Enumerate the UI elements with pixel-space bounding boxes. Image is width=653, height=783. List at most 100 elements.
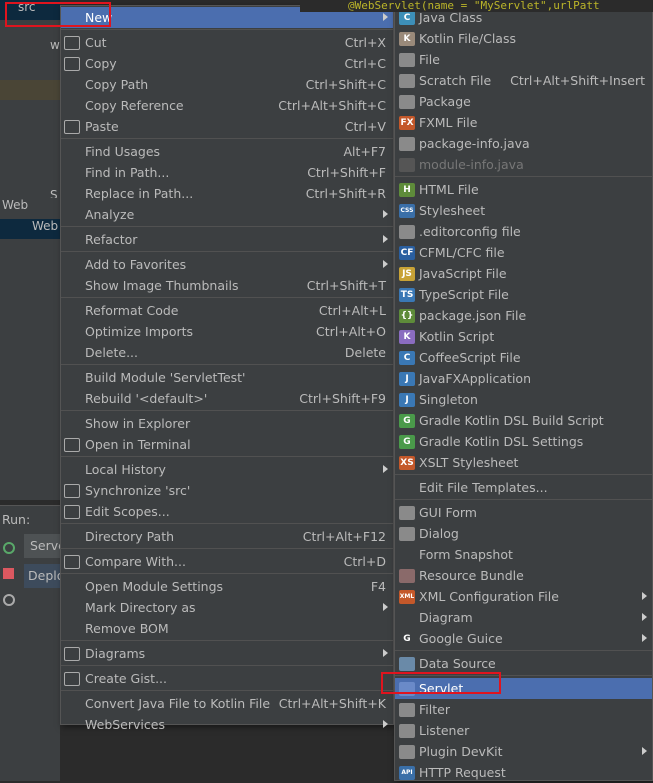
- menu-item-package-info-java[interactable]: package-info.java: [395, 133, 652, 154]
- shortcut-label: Delete: [344, 345, 386, 360]
- tree-node-web[interactable]: Web: [0, 219, 60, 239]
- menu-item-delete[interactable]: Delete... Delete: [61, 342, 393, 363]
- scope-icon: [64, 504, 80, 519]
- menu-item-diagram[interactable]: Diagram: [395, 607, 652, 628]
- menu-item-paste[interactable]: Paste Ctrl+V: [61, 116, 393, 137]
- menu-item-add-to-favorites[interactable]: Add to Favorites: [61, 254, 393, 275]
- menu-item-find-usages[interactable]: Find Usages Alt+F7: [61, 141, 393, 162]
- menu-item-cut[interactable]: Cut Ctrl+X: [61, 32, 393, 53]
- menu-item-optimize-imports[interactable]: Optimize Imports Ctrl+Alt+O: [61, 321, 393, 342]
- menu-item-typescript-file[interactable]: TS TypeScript File: [395, 284, 652, 305]
- menu-item-singleton[interactable]: J Singleton: [395, 389, 652, 410]
- gradle-icon: G: [399, 413, 415, 428]
- run-tool-window: Run: Serve Deplo: [0, 505, 60, 781]
- menu-item-webservices[interactable]: WebServices: [61, 714, 393, 735]
- icon-placeholder: [64, 417, 80, 431]
- menu-item-gradle-kotlin-dsl-settings[interactable]: G Gradle Kotlin DSL Settings: [395, 431, 652, 452]
- tree-node[interactable]: w: [0, 38, 60, 58]
- menu-item-replace-in-path[interactable]: Replace in Path... Ctrl+Shift+R: [61, 183, 393, 204]
- menu-item-open-in-terminal[interactable]: Open in Terminal: [61, 434, 393, 455]
- diagram-icon: [64, 646, 80, 661]
- submenu-arrow-icon: [642, 592, 647, 600]
- server-tab[interactable]: Serve: [24, 534, 60, 558]
- menu-item-javafxapplication[interactable]: J JavaFXApplication: [395, 368, 652, 389]
- menu-item-mark-directory-as[interactable]: Mark Directory as: [61, 597, 393, 618]
- menu-item-reformat-code[interactable]: Reformat Code Ctrl+Alt+L: [61, 300, 393, 321]
- menu-item-http-request[interactable]: API HTTP Request: [395, 762, 652, 783]
- xslt-icon: XS: [399, 455, 415, 470]
- menu-item-package-json-file[interactable]: {} package.json File: [395, 305, 652, 326]
- menu-item-gradle-kotlin-dsl-build-script[interactable]: G Gradle Kotlin DSL Build Script: [395, 410, 652, 431]
- menu-item-copy-path[interactable]: Copy Path Ctrl+Shift+C: [61, 74, 393, 95]
- menu-item-label: Servlet: [419, 681, 464, 696]
- menu-item-google-guice[interactable]: G Google Guice: [395, 628, 652, 649]
- gui-form-icon: [399, 505, 415, 520]
- menu-item-module-info-java[interactable]: module-info.java: [395, 154, 652, 175]
- menu-item-html-file[interactable]: H HTML File: [395, 179, 652, 200]
- web-panel-title: Web: [0, 198, 60, 218]
- icon-placeholder: [64, 580, 80, 594]
- menu-item-cfml-cfc-file[interactable]: CF CFML/CFC file: [395, 242, 652, 263]
- rerun-icon[interactable]: [3, 542, 15, 554]
- menu-item-find-in-path[interactable]: Find in Path... Ctrl+Shift+F: [61, 162, 393, 183]
- menu-item-show-image-thumbnails[interactable]: Show Image Thumbnails Ctrl+Shift+T: [61, 275, 393, 296]
- menu-item-kotlin-script[interactable]: K Kotlin Script: [395, 326, 652, 347]
- menu-item-javascript-file[interactable]: JS JavaScript File: [395, 263, 652, 284]
- menu-item-rebuild-default[interactable]: Rebuild '<default>' Ctrl+Shift+F9: [61, 388, 393, 409]
- icon-placeholder: [64, 11, 80, 25]
- menu-item-show-in-explorer[interactable]: Show in Explorer: [61, 413, 393, 434]
- menu-item-coffeescript-file[interactable]: C CoffeeScript File: [395, 347, 652, 368]
- menu-item-scratch-file[interactable]: Scratch File Ctrl+Alt+Shift+Insert: [395, 70, 652, 91]
- menu-item-label: Mark Directory as: [85, 600, 196, 615]
- menu-item-diagrams[interactable]: Diagrams: [61, 643, 393, 664]
- menu-item-label: Replace in Path...: [85, 186, 194, 201]
- tree-node-src[interactable]: src: [0, 0, 60, 20]
- menu-item-resource-bundle[interactable]: Resource Bundle: [395, 565, 652, 586]
- menu-item-edit-scopes[interactable]: Edit Scopes...: [61, 501, 393, 522]
- menu-item-xml-configuration-file[interactable]: XML XML Configuration File: [395, 586, 652, 607]
- menu-item-remove-bom[interactable]: Remove BOM: [61, 618, 393, 639]
- menu-item-dialog[interactable]: Dialog: [395, 523, 652, 544]
- menu-item-label: Delete...: [85, 345, 138, 360]
- coffeescript-icon: C: [399, 350, 415, 365]
- menu-item-open-module-settings[interactable]: Open Module Settings F4: [61, 576, 393, 597]
- menu-item-xslt-stylesheet[interactable]: XS XSLT Stylesheet: [395, 452, 652, 473]
- menu-item-copy-reference[interactable]: Copy Reference Ctrl+Alt+Shift+C: [61, 95, 393, 116]
- menu-item-synchronize-src[interactable]: Synchronize 'src': [61, 480, 393, 501]
- menu-item-label: Open in Terminal: [85, 437, 191, 452]
- deployment-tab[interactable]: Deplo: [24, 564, 60, 588]
- menu-item-label: Java Class: [419, 10, 483, 25]
- menu-item-analyze[interactable]: Analyze: [61, 204, 393, 225]
- menu-item-stylesheet[interactable]: CSS Stylesheet: [395, 200, 652, 221]
- tree-node-selected[interactable]: [0, 80, 60, 100]
- menu-item-gui-form[interactable]: GUI Form: [395, 502, 652, 523]
- menu-item-edit-file-templates[interactable]: Edit File Templates...: [395, 477, 652, 498]
- menu-item-create-gist[interactable]: Create Gist...: [61, 668, 393, 689]
- menu-item-servlet[interactable]: Servlet: [395, 678, 652, 699]
- icon-placeholder: [64, 325, 80, 339]
- menu-item-convert-java-file-to-kotlin-file[interactable]: Convert Java File to Kotlin File Ctrl+Alt…: [61, 693, 393, 714]
- menu-item-listener[interactable]: Listener: [395, 720, 652, 741]
- menu-item-compare-with[interactable]: Compare With... Ctrl+D: [61, 551, 393, 572]
- menu-item-fxml-file[interactable]: FX FXML File: [395, 112, 652, 133]
- menu-item-plugin-devkit[interactable]: Plugin DevKit: [395, 741, 652, 762]
- code-editor[interactable]: @WebServlet(name = "MyServlet",urlPatt: [300, 0, 653, 12]
- menu-item-copy[interactable]: Copy Ctrl+C: [61, 53, 393, 74]
- menu-item-directory-path[interactable]: Directory Path Ctrl+Alt+F12: [61, 526, 393, 547]
- menu-item-kotlin-file-class[interactable]: K Kotlin File/Class: [395, 28, 652, 49]
- menu-item-file[interactable]: File: [395, 49, 652, 70]
- refresh-icon[interactable]: [3, 594, 15, 606]
- menu-item-package[interactable]: Package: [395, 91, 652, 112]
- menu-item-data-source[interactable]: Data Source: [395, 653, 652, 674]
- submenu-arrow-icon: [642, 634, 647, 642]
- menu-item-filter[interactable]: Filter: [395, 699, 652, 720]
- menu-item-editorconfig-file[interactable]: .editorconfig file: [395, 221, 652, 242]
- menu-item-build-module-servlettest[interactable]: Build Module 'ServletTest': [61, 367, 393, 388]
- menu-item-refactor[interactable]: Refactor: [61, 229, 393, 250]
- menu-item-local-history[interactable]: Local History: [61, 459, 393, 480]
- menu-item-form-snapshot[interactable]: Form Snapshot: [395, 544, 652, 565]
- shortcut-label: Ctrl+Shift+F9: [299, 391, 386, 406]
- menu-item-label: Reformat Code: [85, 303, 179, 318]
- css-icon: CSS: [399, 203, 415, 218]
- stop-icon[interactable]: [3, 568, 14, 579]
